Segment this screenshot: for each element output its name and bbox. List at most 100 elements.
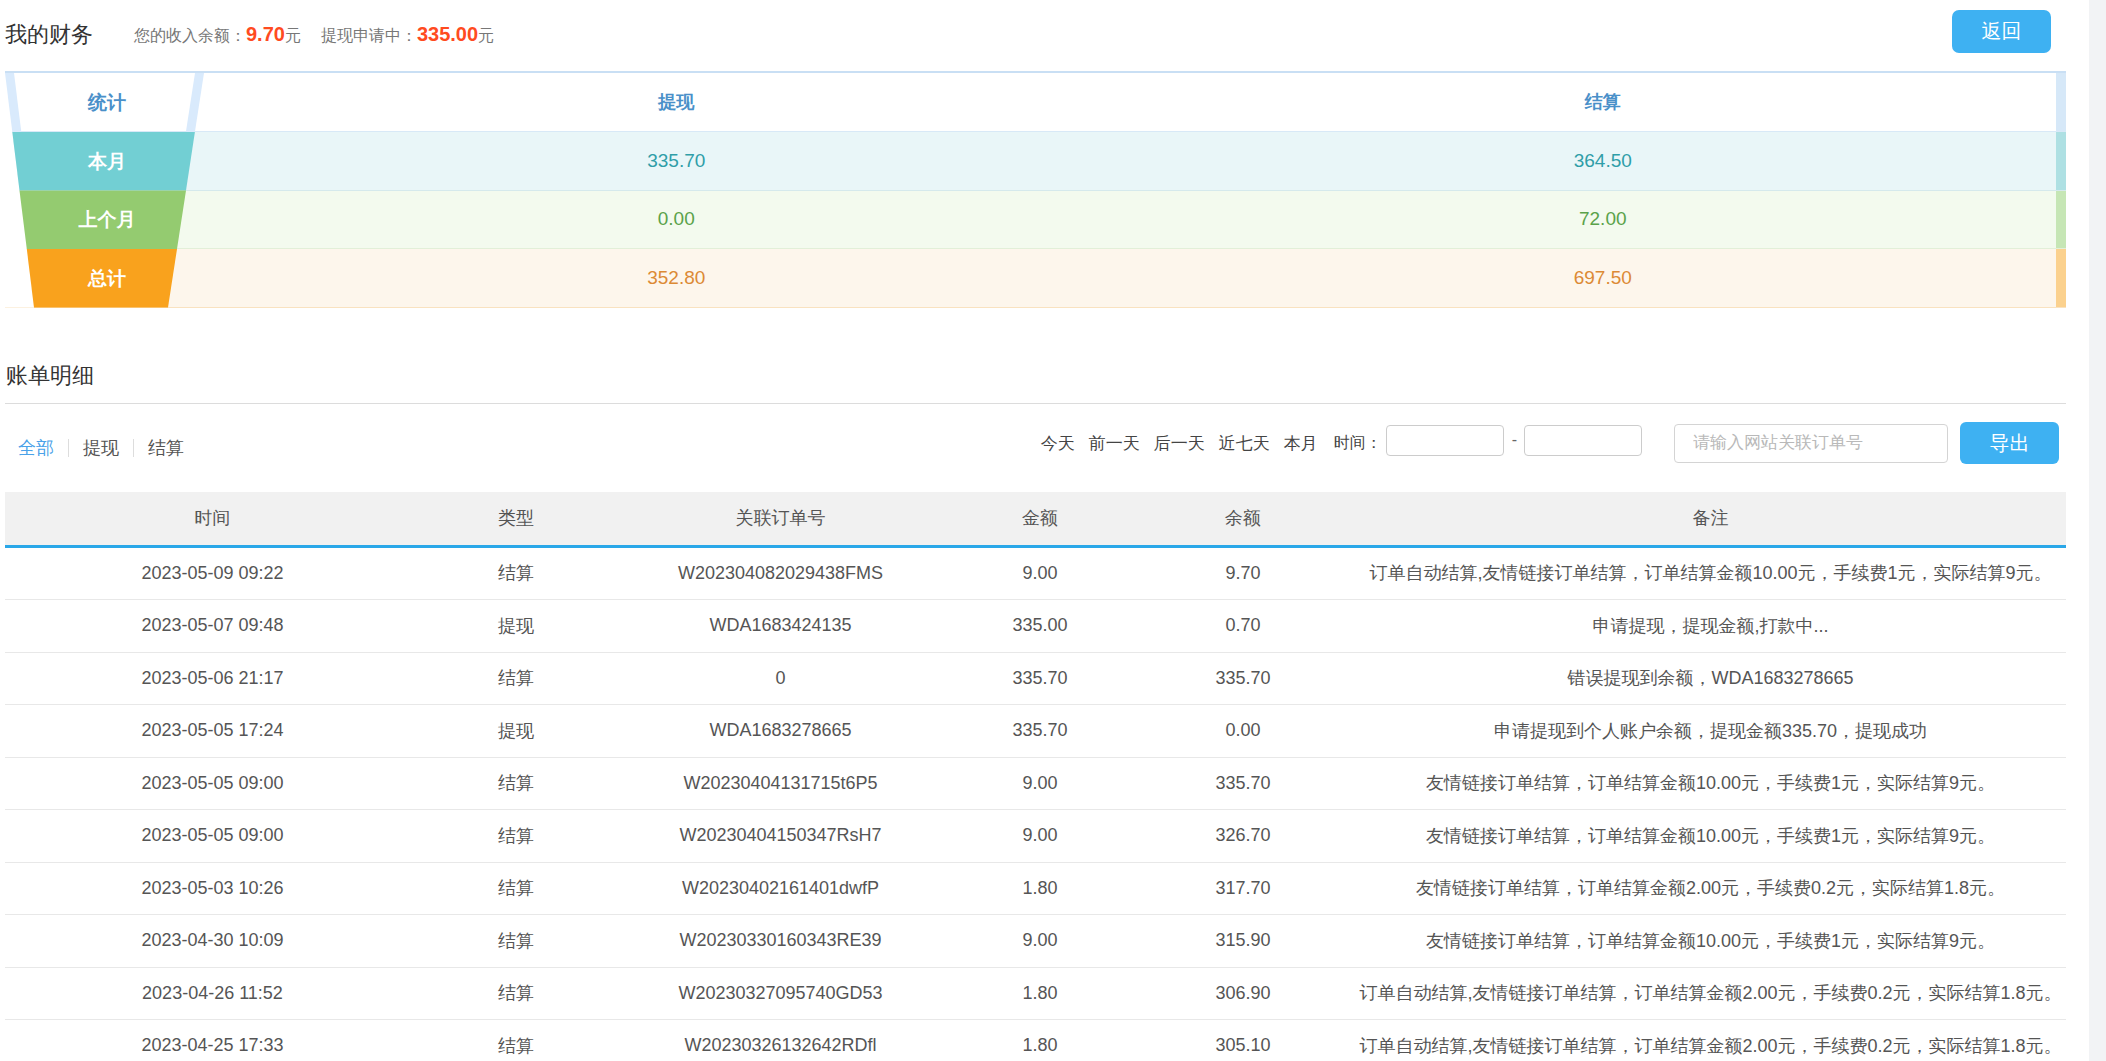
summary-row-strip	[2056, 132, 2066, 190]
back-button[interactable]: 返回	[1952, 10, 2051, 53]
summary-row-label-last-month: 上个月	[5, 207, 209, 233]
bill-table-body: 2023-05-09 09:22 结算 W202304082029438FMS …	[5, 548, 2066, 1061]
shortcut-today[interactable]: 今天	[1041, 432, 1075, 455]
order-search-input[interactable]	[1674, 424, 1948, 463]
cell-time: 2023-05-09 09:22	[5, 548, 420, 600]
cell-type: 提现	[420, 600, 612, 652]
table-row: 2023-04-30 10:09 结算 W20230330160343RE39 …	[5, 915, 2066, 968]
date-to-input[interactable]	[1524, 425, 1642, 456]
cell-order: W202304082029438FMS	[612, 548, 949, 600]
summary-settle-this-month: 364.50	[1140, 132, 2067, 190]
table-row: 2023-05-07 09:48 提现 WDA1683424135 335.00…	[5, 600, 2066, 653]
summary-corner-label: 统计	[5, 90, 209, 116]
cell-order: W20230330160343RE39	[612, 915, 949, 967]
cell-time: 2023-04-30 10:09	[5, 915, 420, 967]
summary-table: 提现 结算 335.70 364.50 0.00 72.00 352.80 69…	[5, 71, 2066, 308]
cell-remark: 订单自动结算,友情链接订单结算，订单结算金额2.00元，手续费0.2元，实际结算…	[1355, 1020, 2066, 1061]
funnel-graphic: 统计 本月 上个月 总计	[5, 73, 213, 308]
cell-type: 结算	[420, 548, 612, 600]
cell-type: 提现	[420, 705, 612, 757]
cell-balance: 0.00	[1131, 705, 1355, 757]
cell-balance: 326.70	[1131, 810, 1355, 862]
section-divider	[5, 403, 2066, 404]
summary-col-settle: 结算	[1140, 73, 2067, 131]
tab-settle[interactable]: 结算	[148, 436, 184, 460]
cell-time: 2023-05-05 09:00	[5, 758, 420, 810]
income-balance-unit: 元	[285, 27, 301, 44]
cell-time: 2023-04-26 11:52	[5, 968, 420, 1020]
summary-row-total: 352.80 697.50	[5, 249, 2066, 308]
col-header-order: 关联订单号	[612, 492, 949, 545]
income-balance-label: 您的收入余额：	[134, 27, 246, 44]
cell-amount: 9.00	[949, 548, 1131, 600]
cell-balance: 0.70	[1131, 600, 1355, 652]
cell-remark: 申请提现到个人账户余额，提现金额335.70，提现成功	[1355, 705, 2066, 757]
table-row: 2023-05-05 09:00 结算 W20230404131715t6P5 …	[5, 758, 2066, 811]
cell-remark: 友情链接订单结算，订单结算金额10.00元，手续费1元，实际结算9元。	[1355, 758, 2066, 810]
cell-order: W20230404131715t6P5	[612, 758, 949, 810]
cell-amount: 335.70	[949, 705, 1131, 757]
col-header-time: 时间	[5, 492, 420, 545]
bill-table-header: 时间 类型 关联订单号 金额 余额 备注	[5, 492, 2066, 548]
pending-withdraw-unit: 元	[478, 27, 494, 44]
cell-balance: 306.90	[1131, 968, 1355, 1020]
time-range-label: 时间：	[1334, 433, 1382, 454]
bill-table: 时间 类型 关联订单号 金额 余额 备注 2023-05-09 09:22 结算…	[5, 492, 2066, 1061]
cell-balance: 335.70	[1131, 758, 1355, 810]
table-row: 2023-05-05 09:00 结算 W20230404150347RsH7 …	[5, 810, 2066, 863]
scrollbar-track[interactable]	[2089, 0, 2106, 1061]
summary-row-last-month: 0.00 72.00	[5, 191, 2066, 250]
cell-order: W20230327095740GD53	[612, 968, 949, 1020]
date-from-input[interactable]	[1386, 425, 1504, 456]
table-row: 2023-05-09 09:22 结算 W202304082029438FMS …	[5, 548, 2066, 601]
summary-settle-total: 697.50	[1140, 249, 2067, 307]
summary-settle-last-month: 72.00	[1140, 191, 2067, 249]
tab-all[interactable]: 全部	[18, 436, 54, 460]
cell-remark: 友情链接订单结算，订单结算金额10.00元，手续费1元，实际结算9元。	[1355, 915, 2066, 967]
table-row: 2023-05-06 21:17 结算 0 335.70 335.70 错误提现…	[5, 653, 2066, 706]
summary-header-row: 提现 结算	[5, 73, 2066, 132]
cell-type: 结算	[420, 863, 612, 915]
shortcut-prev-day[interactable]: 前一天	[1089, 432, 1140, 455]
table-row: 2023-04-25 17:33 结算 W20230326132642RDfl …	[5, 1020, 2066, 1061]
cell-amount: 1.80	[949, 1020, 1131, 1061]
summary-withdraw-total: 352.80	[213, 249, 1140, 307]
cell-time: 2023-05-07 09:48	[5, 600, 420, 652]
range-dash: -	[1512, 431, 1517, 449]
cell-remark: 错误提现到余额，WDA1683278665	[1355, 653, 2066, 705]
cell-order: 0	[612, 653, 949, 705]
cell-amount: 9.00	[949, 758, 1131, 810]
cell-order: W20230404150347RsH7	[612, 810, 949, 862]
cell-remark: 友情链接订单结算，订单结算金额10.00元，手续费1元，实际结算9元。	[1355, 810, 2066, 862]
bill-filter-bar: 今天 前一天 后一天 近七天 本月 时间： - 导出	[1041, 421, 2059, 465]
cell-type: 结算	[420, 968, 612, 1020]
balance-summary: 您的收入余额：9.70元提现申请中：335.00元	[134, 23, 494, 47]
table-row: 2023-05-05 17:24 提现 WDA1683278665 335.70…	[5, 705, 2066, 758]
shortcut-last-7-days[interactable]: 近七天	[1219, 432, 1270, 455]
col-header-remark: 备注	[1355, 492, 2066, 545]
summary-row-strip	[2056, 73, 2066, 131]
cell-time: 2023-05-06 21:17	[5, 653, 420, 705]
summary-row-strip	[2056, 249, 2066, 307]
summary-col-withdraw: 提现	[213, 73, 1140, 131]
pending-withdraw-value: 335.00	[417, 23, 478, 45]
bill-detail-title: 账单明细	[6, 361, 94, 391]
summary-row-label-this-month: 本月	[5, 149, 209, 175]
cell-time: 2023-05-03 10:26	[5, 863, 420, 915]
export-button[interactable]: 导出	[1960, 422, 2059, 464]
tab-withdraw[interactable]: 提现	[83, 436, 119, 460]
shortcut-next-day[interactable]: 后一天	[1154, 432, 1205, 455]
cell-type: 结算	[420, 810, 612, 862]
tab-separator	[133, 439, 134, 457]
cell-balance: 317.70	[1131, 863, 1355, 915]
shortcut-this-month[interactable]: 本月	[1284, 432, 1318, 455]
cell-type: 结算	[420, 915, 612, 967]
cell-type: 结算	[420, 653, 612, 705]
cell-amount: 1.80	[949, 968, 1131, 1020]
col-header-type: 类型	[420, 492, 612, 545]
cell-balance: 9.70	[1131, 548, 1355, 600]
cell-type: 结算	[420, 758, 612, 810]
cell-balance: 315.90	[1131, 915, 1355, 967]
cell-balance: 305.10	[1131, 1020, 1355, 1061]
cell-amount: 335.00	[949, 600, 1131, 652]
